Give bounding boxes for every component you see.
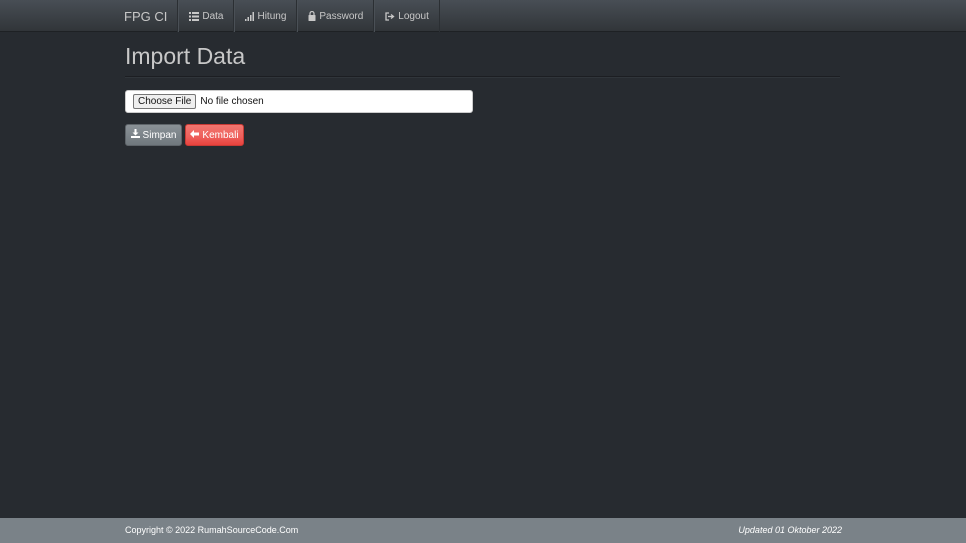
arrow-left-icon [190, 129, 200, 141]
nav-item-logout[interactable]: Logout [374, 0, 440, 32]
lock-icon [308, 11, 316, 21]
nav-item-label: Data [202, 10, 224, 22]
nav-item-label: Logout [398, 10, 429, 22]
page-title: Import Data [125, 43, 246, 69]
file-status: No file chosen [200, 96, 264, 107]
back-label: Kembali [202, 129, 239, 141]
nav-item-label: Hitung [257, 10, 287, 22]
brand-link[interactable]: FPG CI [114, 0, 179, 32]
save-label: Simpan [142, 129, 177, 141]
nav-item-data[interactable]: Data [178, 0, 235, 32]
logout-icon [385, 11, 395, 21]
choose-file-button[interactable]: Choose File [133, 94, 197, 109]
copyright-text: Copyright © 2022 RumahSourceCode.Com [125, 525, 299, 535]
updated-text: Updated 01 Oktober 2022 [738, 525, 842, 535]
navbar: FPG CI Data Hitung Password Logout [0, 0, 966, 32]
file-input[interactable]: Choose File No file chosen [125, 90, 473, 113]
signal-icon [245, 11, 255, 21]
save-button[interactable]: Simpan [125, 124, 182, 146]
list-icon [189, 11, 200, 21]
nav-menu: FPG CI Data Hitung Password Logout [114, 0, 440, 32]
nav-item-hitung[interactable]: Hitung [234, 0, 298, 32]
nav-item-password[interactable]: Password [297, 0, 375, 32]
download-icon [130, 129, 140, 141]
back-button[interactable]: Kembali [185, 124, 244, 146]
title-divider [125, 76, 840, 78]
nav-item-label: Password [319, 10, 364, 22]
footer: Copyright © 2022 RumahSourceCode.Com Upd… [0, 518, 966, 543]
